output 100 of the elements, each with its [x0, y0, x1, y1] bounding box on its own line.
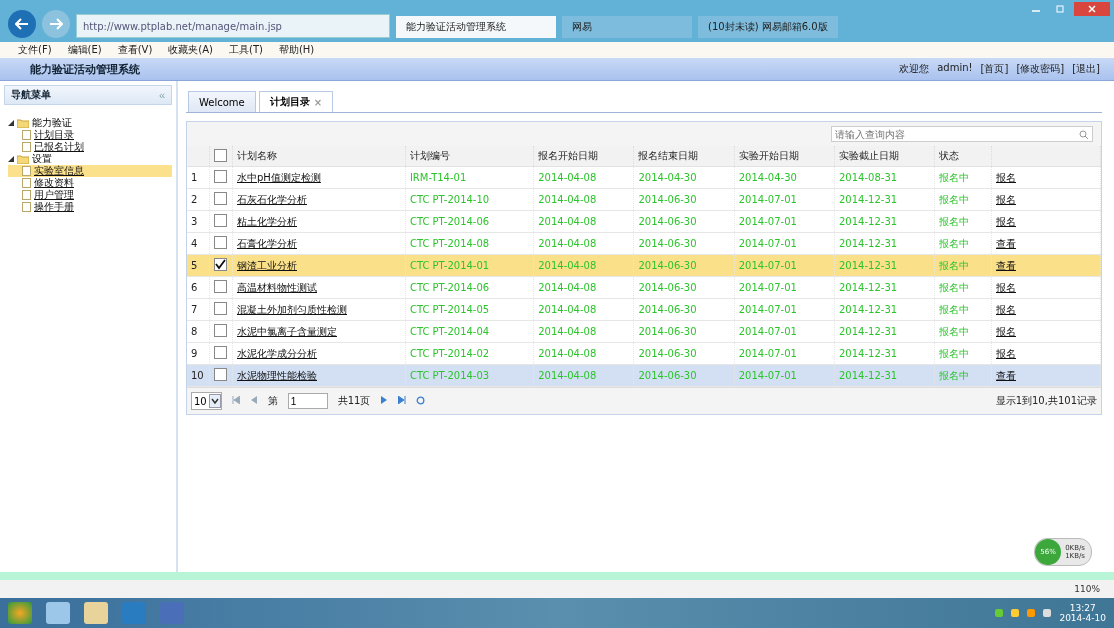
- row-checkbox[interactable]: [214, 368, 227, 381]
- table-cell: 2014-06-30: [633, 254, 735, 277]
- table-row[interactable]: 6 高温材料物性测试 CTC PT-2014-06 2014-04-08 2014-06-30 2014-07-01 2014-12-31 报名中 报名: [187, 276, 1101, 299]
- action-link[interactable]: 查看: [996, 369, 1016, 381]
- table-cell: 2014-04-08: [533, 254, 634, 277]
- table-cell: 2014-06-30: [633, 364, 735, 387]
- action-link[interactable]: 报名: [996, 193, 1016, 205]
- table-row[interactable]: 1 水中pH值测定检测 IRM-T14-01 2014-04-08 2014-04-30 2014-04-30 2014-08-31 报名中 报名: [187, 166, 1101, 189]
- app-title: 能力验证活动管理系统: [30, 61, 140, 77]
- row-number: 1: [187, 166, 210, 189]
- plan-name-link[interactable]: 钢渣工业分析: [237, 259, 297, 271]
- table-row[interactable]: 10 水泥物理性能检验 CTC PT-2014-03 2014-04-08 2014-06-30 2014-07-01 2014-12-31 报名中 查看: [187, 364, 1101, 387]
- last-page-button[interactable]: [398, 396, 407, 406]
- action-link[interactable]: 报名: [996, 347, 1016, 359]
- row-number: 2: [187, 188, 210, 211]
- search-icon: [1079, 130, 1089, 140]
- previous-page-button[interactable]: [249, 396, 258, 406]
- browser-tab[interactable]: 网易: [562, 16, 692, 38]
- menu-item[interactable]: 编辑(E): [67, 43, 102, 57]
- table-cell: 2014-04-30: [734, 166, 835, 189]
- action-link[interactable]: 查看: [996, 259, 1016, 271]
- first-page-button[interactable]: [231, 396, 240, 406]
- select-all-checkbox[interactable]: [214, 148, 227, 162]
- row-checkbox[interactable]: [214, 258, 227, 271]
- tree-item[interactable]: 已报名计划: [8, 141, 172, 153]
- tree-node[interactable]: 能力验证: [8, 117, 172, 129]
- browser-tab[interactable]: (10封未读) 网易邮箱6.0版: [698, 16, 838, 38]
- content-tab[interactable]: Welcome: [188, 91, 256, 112]
- page-size-select[interactable]: 10: [191, 392, 222, 410]
- action-link[interactable]: 报名: [996, 325, 1016, 337]
- table-cell: 报名中: [934, 298, 992, 321]
- table-row[interactable]: 8 水泥中氯离子含量测定 CTC PT-2014-04 2014-04-08 2014-06-30 2014-07-01 2014-12-31 报名中 报名: [187, 320, 1101, 343]
- table-cell: CTC PT-2014-10: [405, 188, 534, 211]
- plan-name-link[interactable]: 粘土化学分析: [237, 215, 297, 227]
- action-link[interactable]: 报名: [996, 281, 1016, 293]
- action-link[interactable]: 查看: [996, 237, 1016, 249]
- row-checkbox[interactable]: [214, 346, 227, 359]
- action-link[interactable]: 报名: [996, 171, 1016, 183]
- tree-item[interactable]: 修改资料: [8, 177, 172, 189]
- menu-item[interactable]: 收藏夹(A): [168, 43, 213, 57]
- refresh-button[interactable]: [416, 395, 426, 407]
- row-checkbox[interactable]: [214, 170, 227, 183]
- row-checkbox[interactable]: [214, 302, 227, 315]
- plan-name-link[interactable]: 石膏化学分析: [237, 237, 297, 249]
- tree-node[interactable]: 设置: [8, 153, 172, 165]
- action-link[interactable]: 报名: [996, 215, 1016, 227]
- header-link[interactable]: [首页]: [980, 62, 1009, 76]
- tree-item[interactable]: 实验室信息: [8, 165, 172, 177]
- row-checkbox[interactable]: [214, 192, 227, 205]
- caret-icon: [208, 394, 221, 408]
- table-cell: 报名中: [934, 188, 992, 211]
- table-cell: 2014-12-31: [834, 276, 935, 299]
- table-cell: 2014-07-01: [734, 254, 835, 277]
- action-link[interactable]: 报名: [996, 303, 1016, 315]
- back-button[interactable]: [8, 10, 36, 38]
- plan-name-link[interactable]: 水中pH值测定检测: [237, 171, 321, 183]
- row-checkbox[interactable]: [214, 214, 227, 227]
- forward-button[interactable]: [42, 10, 70, 38]
- menu-item[interactable]: 帮助(H): [278, 43, 315, 57]
- menu-item[interactable]: 文件(F): [18, 43, 52, 57]
- menu-item[interactable]: 工具(T): [229, 43, 263, 57]
- column-header: 实验截止日期: [834, 146, 935, 167]
- clock-date: 2014-4-10: [1059, 613, 1106, 623]
- row-checkbox[interactable]: [214, 324, 227, 337]
- table-row[interactable]: 3 粘土化学分析 CTC PT-2014-06 2014-04-08 2014-06-30 2014-07-01 2014-12-31 报名中 报名: [187, 210, 1101, 233]
- page-input[interactable]: 1: [287, 393, 328, 409]
- menu-item[interactable]: 查看(V): [117, 43, 153, 57]
- plan-name-link[interactable]: 水泥中氯离子含量测定: [237, 325, 337, 337]
- plan-name-link[interactable]: 石灰石化学分析: [237, 193, 307, 205]
- column-header: 计划编号: [405, 146, 534, 167]
- table-row[interactable]: 5 钢渣工业分析 CTC PT-2014-01 2014-04-08 2014-06-30 2014-07-01 2014-12-31 报名中 查看: [187, 254, 1101, 277]
- table-row[interactable]: 4 石膏化学分析 CTC PT-2014-08 2014-04-08 2014-06-30 2014-07-01 2014-12-31 报名中 查看: [187, 232, 1101, 255]
- plan-name-link[interactable]: 水泥化学成分分析: [237, 347, 317, 359]
- tree-item[interactable]: 计划目录: [8, 129, 172, 141]
- zoom-level[interactable]: 110%: [1074, 584, 1100, 594]
- header-link[interactable]: [修改密码]: [1016, 62, 1065, 76]
- expand-icon: [8, 120, 14, 126]
- tree-item[interactable]: 用户管理: [8, 189, 172, 201]
- row-number: 3: [187, 210, 210, 233]
- next-page-button[interactable]: [380, 396, 389, 406]
- page-label: 第: [267, 394, 278, 408]
- tree-item[interactable]: 操作手册: [8, 201, 172, 213]
- plan-name-link[interactable]: 混凝土外加剂匀质性检测: [237, 303, 347, 315]
- plan-name-link[interactable]: 高温材料物性测试: [237, 281, 317, 293]
- address-field[interactable]: http://www.ptplab.net/manage/main.jsp: [76, 14, 390, 38]
- browser-tab[interactable]: 能力验证活动管理系统: [396, 16, 556, 38]
- plan-name-link[interactable]: 水泥物理性能检验: [237, 369, 317, 381]
- table-row[interactable]: 7 混凝土外加剂匀质性检测 CTC PT-2014-05 2014-04-08 2014-06-30 2014-07-01 2014-12-31 报名中 报名: [187, 298, 1101, 321]
- table-cell: 报名中: [934, 232, 992, 255]
- row-checkbox[interactable]: [214, 236, 227, 249]
- table-cell: 2014-07-01: [734, 364, 835, 387]
- table-row[interactable]: 2 石灰石化学分析 CTC PT-2014-10 2014-04-08 2014-06-30 2014-07-01 2014-12-31 报名中 报名: [187, 188, 1101, 211]
- search-field[interactable]: 请输入查询内容: [831, 126, 1093, 142]
- column-header: 计划名称: [232, 146, 406, 167]
- close-button[interactable]: [1074, 2, 1110, 16]
- header-link[interactable]: [退出]: [1072, 62, 1100, 76]
- row-checkbox[interactable]: [214, 280, 227, 293]
- table-cell: CTC PT-2014-06: [405, 210, 534, 233]
- table-row[interactable]: 9 水泥化学成分分析 CTC PT-2014-02 2014-04-08 2014-06-30 2014-07-01 2014-12-31 报名中 报名: [187, 342, 1101, 365]
- content-tab[interactable]: 计划目录 ×: [258, 91, 334, 112]
